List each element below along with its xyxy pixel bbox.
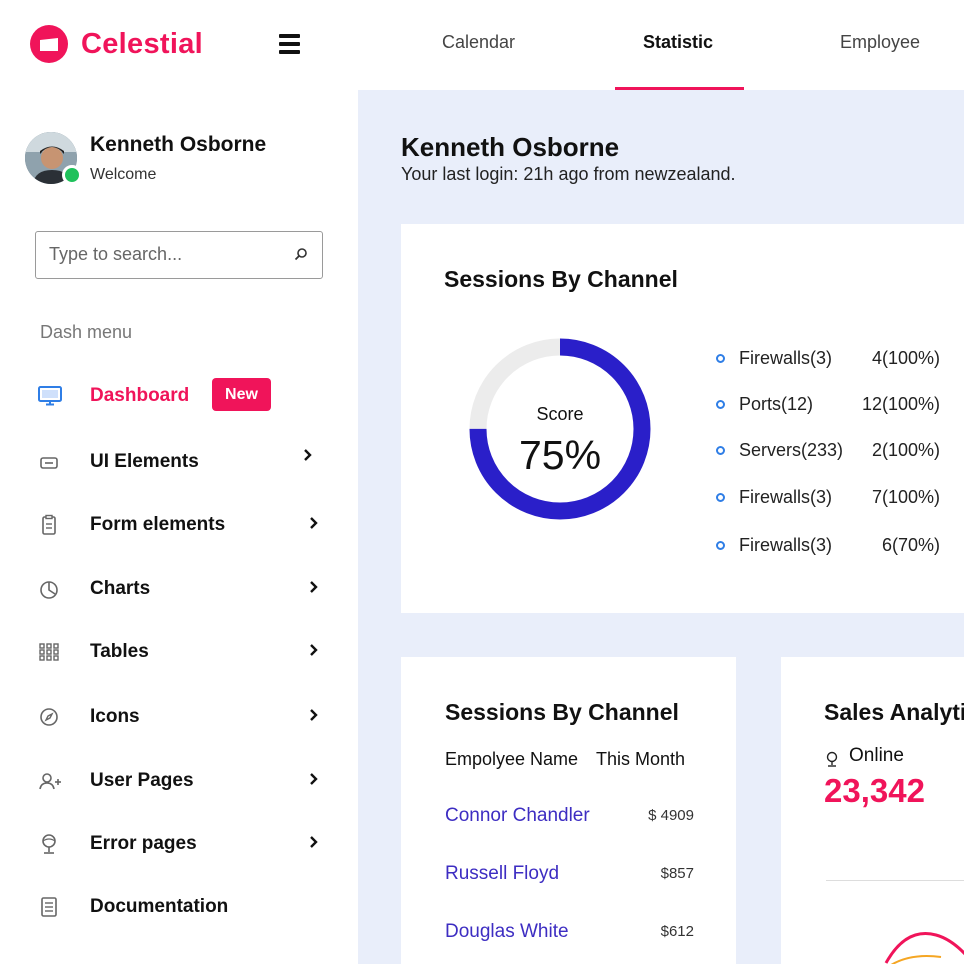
sidebar-item-label: User Pages <box>90 770 194 791</box>
chevron-right-icon <box>309 516 318 535</box>
sidebar-item-label: Icons <box>90 706 140 727</box>
user-name: Kenneth Osborne <box>90 133 267 156</box>
score-value: 75% <box>518 432 602 478</box>
legend-value: 4(100%) <box>871 348 940 368</box>
sidebar-item-label: Charts <box>90 578 151 599</box>
legend-name: Firewalls(3) <box>739 348 833 368</box>
top-bar: Celestial Calendar Statistic Employee <box>0 0 964 90</box>
employee-name-link[interactable]: Connor Chandler <box>445 805 590 827</box>
legend-item: Firewalls(3) 4(100%) <box>716 348 964 372</box>
employee-name-link[interactable]: Douglas White <box>445 921 569 943</box>
legend-value: 2(100%) <box>871 440 940 460</box>
user-subtitle: Welcome <box>90 166 157 183</box>
sidebar-item-label: Form elements <box>90 514 226 535</box>
clipboard-icon <box>38 513 66 537</box>
sidebar-item-user-pages[interactable]: User Pages <box>38 761 328 801</box>
divider <box>826 880 964 881</box>
tab-employee[interactable]: Employee <box>840 32 920 53</box>
sidebar-item-label: Dashboard <box>90 385 190 406</box>
sidebar-item-tables[interactable]: Tables <box>38 632 328 672</box>
search-box <box>35 231 323 279</box>
sidebar-item-ui-elements[interactable]: UI Elements <box>38 442 328 482</box>
sidebar-item-documentation[interactable]: Documentation <box>38 887 328 927</box>
card-title: Sales Analytics <box>824 699 964 725</box>
employee-amount: $ 4909 <box>648 807 694 824</box>
chevron-right-icon <box>309 708 318 727</box>
sidebar-item-label: UI Elements <box>90 451 199 472</box>
hamburger-menu-icon[interactable] <box>279 34 300 56</box>
sidebar-item-label: Error pages <box>90 833 197 854</box>
search-icon[interactable] <box>294 247 308 266</box>
sessions-by-channel-card: Sessions By Channel Score 75% Firewalls(… <box>401 224 964 613</box>
sidebar: Kenneth Osborne Welcome Dash menu Dashbo… <box>0 90 358 964</box>
sidebar-item-charts[interactable]: Charts <box>38 569 328 609</box>
search-input[interactable] <box>49 232 289 277</box>
sidebar-item-label: Tables <box>90 641 149 662</box>
column-header-month: This Month <box>596 749 686 769</box>
legend-dot-icon <box>716 354 725 363</box>
user-add-icon <box>38 769 66 793</box>
box-icon <box>38 450 66 474</box>
sales-analytics-card: Sales Analytics Online 23,342 <box>781 657 964 964</box>
online-value: 23,342 <box>824 772 925 809</box>
legend-name: Firewalls(3) <box>739 487 833 507</box>
legend-item: Firewalls(3) 6(70%) <box>716 535 964 559</box>
score-donut-chart <box>469 338 651 520</box>
legend-name: Servers(233) <box>739 440 844 460</box>
sidebar-item-error-pages[interactable]: Error pages <box>38 824 328 864</box>
compass-icon <box>38 705 66 729</box>
new-badge: New <box>212 378 271 411</box>
score-label: Score <box>536 404 584 424</box>
card-title: Sessions By Channel <box>445 699 679 725</box>
employee-sessions-card: Sessions By Channel Empolyee Name This M… <box>401 657 736 964</box>
employee-name-link[interactable]: Russell Floyd <box>445 863 559 885</box>
chevron-right-icon <box>309 835 318 854</box>
globe-icon <box>38 832 66 856</box>
legend-dot-icon <box>716 541 725 550</box>
legend-dot-icon <box>716 493 725 502</box>
sidebar-item-dashboard[interactable]: Dashboard New <box>38 376 328 416</box>
tab-statistic[interactable]: Statistic <box>643 32 713 53</box>
brand-logo[interactable]: Celestial <box>30 25 203 63</box>
last-login-text: Your last login: 21h ago from newzealand… <box>401 164 736 184</box>
page-title: Kenneth Osborne <box>401 132 620 162</box>
chevron-right-icon <box>303 448 312 467</box>
logo-icon <box>30 25 68 63</box>
chevron-right-icon <box>309 580 318 599</box>
tab-calendar[interactable]: Calendar <box>442 32 515 53</box>
globe-icon <box>825 750 839 773</box>
monitor-icon <box>38 384 66 408</box>
online-label: Online <box>849 745 904 766</box>
sidebar-item-icons[interactable]: Icons <box>38 697 328 737</box>
legend-name: Ports(12) <box>739 394 814 414</box>
legend-dot-icon <box>716 400 725 409</box>
main-content: Kenneth Osborne Your last login: 21h ago… <box>358 90 964 964</box>
pie-chart-icon <box>38 577 66 601</box>
sidebar-item-form-elements[interactable]: Form elements <box>38 505 328 545</box>
sidebar-item-label: Documentation <box>90 896 229 917</box>
column-header-name: Empolyee Name <box>445 749 579 769</box>
brand-name: Celestial <box>81 27 203 60</box>
legend-value: 12(100%) <box>861 394 940 414</box>
employee-amount: $857 <box>660 865 694 882</box>
legend-item: Ports(12) 12(100%) <box>716 394 964 418</box>
online-status-indicator <box>62 165 82 185</box>
menu-heading: Dash menu <box>40 322 133 342</box>
legend-dot-icon <box>716 446 725 455</box>
legend-name: Firewalls(3) <box>739 535 833 555</box>
document-icon <box>38 895 66 919</box>
legend-item: Firewalls(3) 7(100%) <box>716 487 964 511</box>
legend-item: Servers(233) 2(100%) <box>716 440 964 464</box>
grid-icon <box>38 640 66 664</box>
legend-value: 6(70%) <box>881 535 940 555</box>
card-title: Sessions By Channel <box>444 266 678 292</box>
chevron-right-icon <box>309 643 318 662</box>
chevron-right-icon <box>309 772 318 791</box>
legend-value: 7(100%) <box>871 487 940 507</box>
employee-amount: $612 <box>660 923 694 940</box>
sales-line-chart <box>884 932 964 964</box>
